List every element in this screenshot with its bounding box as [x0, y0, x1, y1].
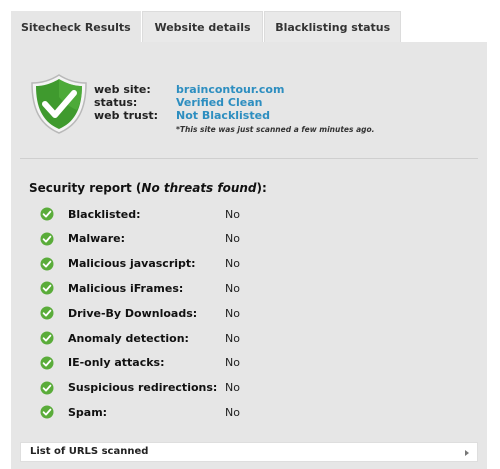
check-value: No — [225, 405, 240, 419]
check-value: No — [225, 232, 240, 246]
divider — [20, 158, 478, 159]
trust-value: Not Blacklisted — [176, 109, 270, 122]
check-value: No — [225, 306, 240, 320]
urls-label: List of URLS scanned — [30, 446, 149, 457]
check-label: Suspicious redirections: — [68, 381, 218, 395]
check-label: Anomaly detection: — [68, 331, 189, 345]
check-circle-icon — [40, 232, 54, 246]
scan-note: *This site was just scanned a few minute… — [176, 125, 375, 134]
check-circle-icon — [40, 381, 54, 395]
tab-sitecheck-results[interactable]: Sitecheck Results — [11, 11, 141, 42]
status-label: status: — [94, 96, 138, 109]
check-label: Malicious javascript: — [68, 257, 196, 271]
security-check-row: Malicious iFrames: No — [40, 276, 300, 300]
list-of-urls-scanned[interactable]: List of URLS scanned — [20, 442, 478, 462]
check-circle-icon — [40, 356, 54, 370]
check-value: No — [225, 331, 240, 345]
security-report-title: Security report (No threats found): — [29, 181, 267, 195]
check-value: No — [225, 356, 240, 370]
check-value: No — [225, 207, 240, 221]
website-link[interactable]: braincontour.com — [176, 83, 284, 96]
security-check-row: Malicious javascript: No — [40, 252, 300, 276]
check-label: IE-only attacks: — [68, 356, 165, 370]
check-label: Blacklisted: — [68, 207, 141, 221]
check-circle-icon — [40, 331, 54, 345]
check-circle-icon — [40, 207, 54, 221]
security-check-row: IE-only attacks: No — [40, 351, 300, 375]
report-title-suffix: ): — [256, 181, 267, 195]
trust-label: web trust: — [94, 109, 159, 122]
check-circle-icon — [40, 306, 54, 320]
check-circle-icon — [40, 281, 54, 295]
check-value: No — [225, 281, 240, 295]
check-circle-icon — [40, 257, 54, 271]
check-value: No — [225, 257, 240, 271]
check-label: Spam: — [68, 405, 108, 419]
check-label: Malicious iFrames: — [68, 281, 184, 295]
security-check-row: Malware: No — [40, 227, 300, 251]
check-value: No — [225, 381, 240, 395]
check-circle-icon — [40, 405, 54, 419]
report-title-prefix: Security report ( — [29, 181, 142, 195]
security-check-row: Blacklisted: No — [40, 202, 300, 226]
website-label: web site: — [94, 83, 151, 96]
security-check-row: Anomaly detection: No — [40, 326, 300, 350]
site-info: web site: braincontour.com status: Verif… — [94, 83, 284, 122]
tab-website-details[interactable]: Website details — [141, 11, 264, 42]
status-value: Verified Clean — [176, 96, 263, 109]
shield-check-icon — [31, 74, 87, 134]
check-label: Drive-By Downloads: — [68, 306, 198, 320]
security-check-row: Suspicious redirections: No — [40, 376, 300, 400]
security-check-row: Drive-By Downloads: No — [40, 301, 300, 325]
tab-blacklisting-status[interactable]: Blacklisting status — [264, 11, 401, 42]
report-title-status: No threats found — [141, 181, 257, 195]
security-check-row: Spam: No — [40, 400, 300, 424]
sitecheck-panel: web site: braincontour.com status: Verif… — [11, 42, 487, 469]
tab-bar: Sitecheck Results Website details Blackl… — [11, 11, 401, 42]
chevron-right-icon — [465, 450, 469, 456]
check-label: Malware: — [68, 232, 126, 246]
